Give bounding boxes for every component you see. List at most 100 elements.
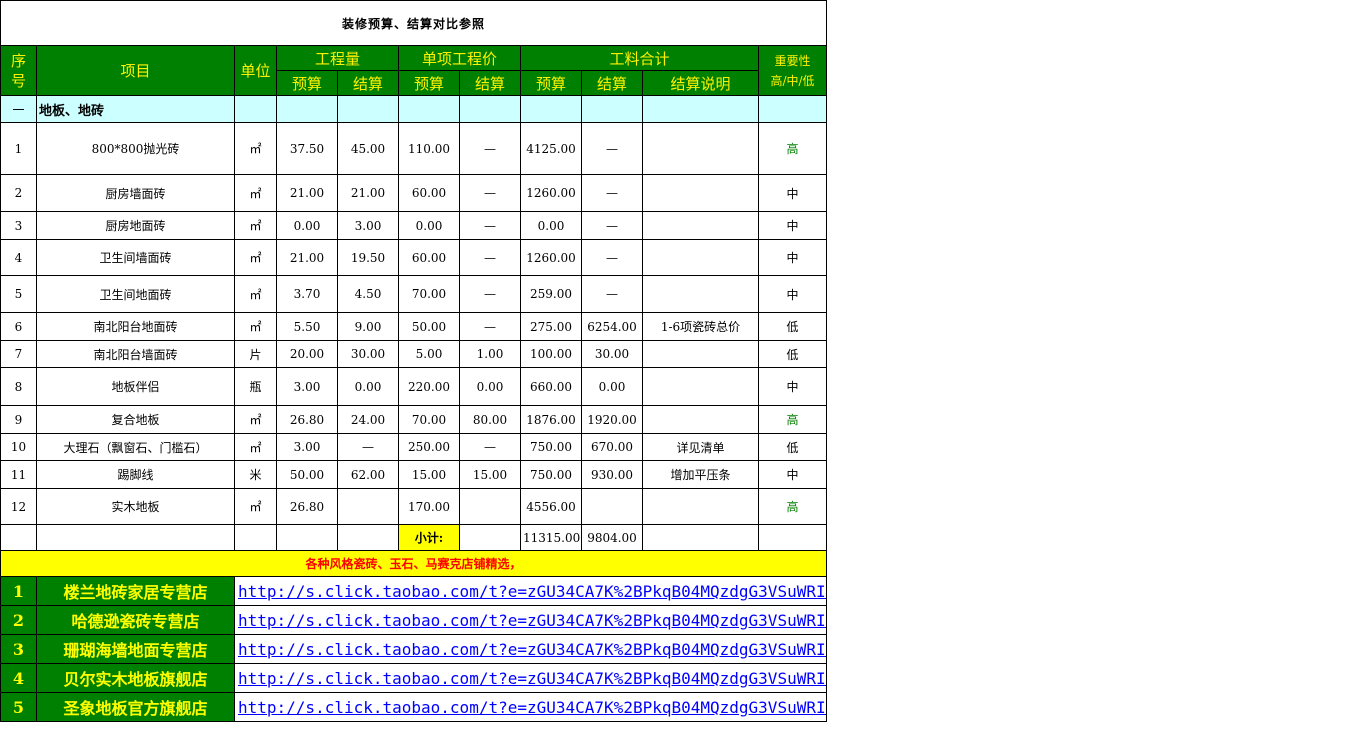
cell-unit[interactable]: 片	[234, 340, 277, 368]
empty-cell[interactable]	[520, 95, 582, 123]
cell-t-budget[interactable]: 750.00	[520, 433, 582, 461]
cell-t-settle[interactable]: 6254.00	[581, 312, 643, 341]
cell-t-budget[interactable]: 259.00	[520, 275, 582, 313]
header-q-budget[interactable]: 预算	[276, 70, 338, 96]
cell-p-budget[interactable]: 250.00	[398, 433, 460, 461]
empty-cell[interactable]	[234, 524, 277, 551]
cell-q-settle[interactable]: 0.00	[337, 367, 399, 406]
empty-cell[interactable]	[459, 524, 521, 551]
cell-imp[interactable]: 低	[757, 312, 828, 341]
cell-p-budget[interactable]: 110.00	[398, 122, 460, 175]
cell-t-budget[interactable]: 1260.00	[520, 239, 582, 276]
cell-p-settle[interactable]: 15.00	[459, 460, 521, 489]
cell-no[interactable]: 5	[0, 275, 37, 313]
cell-t-budget[interactable]: 4556.00	[520, 488, 582, 525]
sheet-title[interactable]: 装修预算、结算对比参照	[0, 0, 828, 46]
header-seq[interactable]: 序号	[0, 45, 37, 96]
shop-name[interactable]: 珊瑚海墙地面专营店	[36, 634, 235, 664]
empty-cell[interactable]	[398, 95, 460, 123]
cell-unit[interactable]: 米	[234, 460, 277, 489]
cell-q-budget[interactable]: 37.50	[276, 122, 338, 175]
cell-p-budget[interactable]: 70.00	[398, 405, 460, 434]
cell-unit[interactable]: ㎡	[234, 174, 277, 212]
cell-name[interactable]: 复合地板	[36, 405, 235, 434]
cell-q-budget[interactable]: 20.00	[276, 340, 338, 368]
cell-no[interactable]: 4	[0, 239, 37, 276]
subtotal-budget[interactable]: 11315.00	[520, 524, 582, 551]
cell-t-settle[interactable]	[581, 488, 643, 525]
cell-note[interactable]	[642, 488, 759, 525]
cell-p-settle[interactable]: —	[459, 122, 521, 175]
cell-q-budget[interactable]: 26.80	[276, 405, 338, 434]
cell-q-settle[interactable]: 45.00	[337, 122, 399, 175]
cell-no[interactable]: 11	[0, 460, 37, 489]
cell-name[interactable]: 大理石（飘窗石、门槛石）	[36, 433, 235, 461]
cell-unit[interactable]: 瓶	[234, 367, 277, 406]
cell-no[interactable]: 7	[0, 340, 37, 368]
empty-cell[interactable]	[757, 524, 828, 551]
cell-name[interactable]: 卫生间墙面砖	[36, 239, 235, 276]
cell-unit[interactable]: ㎡	[234, 211, 277, 240]
shop-link[interactable]: http://s.click.taobao.com/t?e=zGU34CA7K%…	[233, 605, 828, 635]
cell-q-budget[interactable]: 3.70	[276, 275, 338, 313]
cell-unit[interactable]: ㎡	[234, 433, 277, 461]
cell-name[interactable]: 地板伴侣	[36, 367, 235, 406]
cell-note[interactable]	[642, 239, 759, 276]
cell-no[interactable]: 10	[0, 433, 37, 461]
cell-no[interactable]: 3	[0, 211, 37, 240]
cell-unit[interactable]: ㎡	[234, 312, 277, 341]
cell-note[interactable]: 详见清单	[642, 433, 759, 461]
cell-t-budget[interactable]: 1876.00	[520, 405, 582, 434]
cell-t-settle[interactable]: 30.00	[581, 340, 643, 368]
cell-t-budget[interactable]: 1260.00	[520, 174, 582, 212]
cell-p-settle[interactable]: 0.00	[459, 367, 521, 406]
shop-link[interactable]: http://s.click.taobao.com/t?e=zGU34CA7K%…	[233, 692, 828, 722]
cell-unit[interactable]: ㎡	[234, 275, 277, 313]
empty-cell[interactable]	[581, 95, 643, 123]
cell-q-settle[interactable]: 3.00	[337, 211, 399, 240]
cell-imp[interactable]: 中	[757, 211, 828, 240]
header-q-settle[interactable]: 结算	[337, 70, 399, 96]
shop-name[interactable]: 哈德逊瓷砖专营店	[36, 605, 235, 635]
cell-p-settle[interactable]: —	[459, 275, 521, 313]
cell-no[interactable]: 8	[0, 367, 37, 406]
cell-q-settle[interactable]: 30.00	[337, 340, 399, 368]
cell-imp[interactable]: 高	[757, 405, 828, 434]
cell-note[interactable]: 1-6项瓷砖总价	[642, 312, 759, 341]
subtotal-settlement[interactable]: 9804.00	[581, 524, 643, 551]
cell-no[interactable]: 1	[0, 122, 37, 175]
shop-number[interactable]: 4	[0, 663, 37, 693]
empty-cell[interactable]	[337, 95, 399, 123]
cell-p-budget[interactable]: 50.00	[398, 312, 460, 341]
cell-p-budget[interactable]: 0.00	[398, 211, 460, 240]
cell-note[interactable]	[642, 211, 759, 240]
cell-t-settle[interactable]: —	[581, 275, 643, 313]
cell-name[interactable]: 踢脚线	[36, 460, 235, 489]
shop-number[interactable]: 5	[0, 692, 37, 722]
empty-cell[interactable]	[459, 95, 521, 123]
header-total[interactable]: 工料合计	[520, 45, 759, 71]
header-importance[interactable]: 重要性 高/中/低	[757, 45, 828, 96]
cell-imp[interactable]: 中	[757, 367, 828, 406]
cell-p-settle[interactable]	[459, 488, 521, 525]
cell-unit[interactable]: ㎡	[234, 405, 277, 434]
cell-t-settle[interactable]: 0.00	[581, 367, 643, 406]
cell-p-settle[interactable]: 80.00	[459, 405, 521, 434]
cell-p-settle[interactable]: —	[459, 433, 521, 461]
category-name[interactable]: 地板、地砖	[36, 95, 235, 123]
cell-imp[interactable]: 中	[757, 275, 828, 313]
cell-imp[interactable]: 高	[757, 488, 828, 525]
empty-cell[interactable]	[276, 95, 338, 123]
cell-name[interactable]: 厨房地面砖	[36, 211, 235, 240]
cell-t-settle[interactable]: 930.00	[581, 460, 643, 489]
cell-t-budget[interactable]: 100.00	[520, 340, 582, 368]
cell-q-settle[interactable]	[337, 488, 399, 525]
cell-name[interactable]: 800*800抛光砖	[36, 122, 235, 175]
empty-cell[interactable]	[36, 524, 235, 551]
cell-p-budget[interactable]: 15.00	[398, 460, 460, 489]
shop-link[interactable]: http://s.click.taobao.com/t?e=zGU34CA7K%…	[233, 634, 828, 664]
cell-unit[interactable]: ㎡	[234, 122, 277, 175]
cell-no[interactable]: 9	[0, 405, 37, 434]
shop-name[interactable]: 楼兰地砖家居专营店	[36, 576, 235, 606]
cell-q-budget[interactable]: 0.00	[276, 211, 338, 240]
